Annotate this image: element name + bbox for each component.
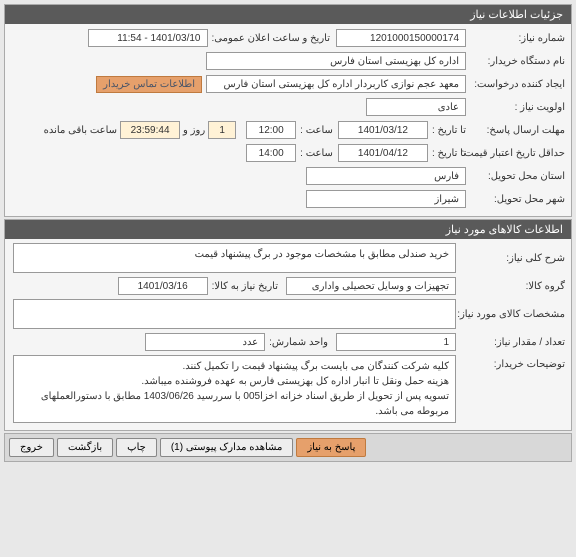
goods-info-panel: اطلاعات کالاهای مورد نیاز شرح کلی نیاز: …: [4, 219, 572, 431]
deadline-time-label: ساعت :: [300, 125, 333, 136]
qty-label: تعداد / مقدار نیاز:: [460, 337, 565, 348]
validity-time-value: 14:00: [246, 144, 296, 162]
deadline-to-date-label: تا تاریخ :: [432, 125, 466, 136]
desc-value: خرید صندلی مطابق با مشخصات موجود در برگ …: [13, 243, 456, 273]
qty-value: 1: [336, 333, 456, 351]
validity-date-value: 1401/04/12: [338, 144, 428, 162]
remain-days-label: روز و: [183, 125, 205, 136]
notes-label: توضیحات خریدار:: [460, 355, 565, 370]
spec-value: [13, 299, 456, 329]
need-details-header: جزئیات اطلاعات نیاز: [5, 5, 571, 24]
need-date-value: 1401/03/16: [118, 277, 208, 295]
need-details-body: شماره نیاز: 1201000150000174 تاریخ و ساع…: [5, 24, 571, 216]
print-button[interactable]: چاپ: [116, 438, 157, 457]
spec-label: مشخصات کالای مورد نیاز:: [460, 309, 565, 320]
desc-label: شرح کلی نیاز:: [460, 253, 565, 264]
deadline-time-value: 12:00: [246, 121, 296, 139]
priority-value: عادی: [366, 98, 466, 116]
back-button[interactable]: بازگشت: [57, 438, 113, 457]
unit-value: عدد: [145, 333, 265, 351]
validity-label: حداقل تاریخ اعتبار قیمت:: [470, 148, 565, 159]
need-details-panel: جزئیات اطلاعات نیاز شماره نیاز: 12010001…: [4, 4, 572, 217]
province-value: فارس: [306, 167, 466, 185]
need-number-value: 1201000150000174: [336, 29, 466, 47]
province-label: استان محل تحویل:: [470, 171, 565, 182]
notes-value: کلیه شرکت کنندگان می بایست برگ پیشنهاد ق…: [13, 355, 456, 423]
footer-toolbar: پاسخ به نیاز مشاهده مدارک پیوستی (1) چاپ…: [4, 433, 572, 462]
city-label: شهر محل تحویل:: [470, 194, 565, 205]
buyer-label: نام دستگاه خریدار:: [470, 56, 565, 67]
contact-buyer-button[interactable]: اطلاعات تماس خریدار: [96, 76, 202, 93]
goods-info-body: شرح کلی نیاز: خرید صندلی مطابق با مشخصات…: [5, 239, 571, 430]
deadline-send-label: مهلت ارسال پاسخ:: [470, 125, 565, 136]
attachments-button[interactable]: مشاهده مدارک پیوستی (1): [160, 438, 294, 457]
announce-value: 1401/03/10 - 11:54: [88, 29, 208, 47]
announce-label: تاریخ و ساعت اعلان عمومی:: [212, 33, 331, 44]
exit-button[interactable]: خروج: [9, 438, 54, 457]
remain-time-label: ساعت باقی مانده: [44, 125, 117, 136]
unit-label: واحد شمارش:: [269, 337, 328, 348]
need-date-label: تاریخ نیاز به کالا:: [212, 281, 278, 292]
group-value: تجهیزات و وسایل تحصیلی واداری: [286, 277, 456, 295]
validity-time-label: ساعت :: [300, 148, 333, 159]
requester-value: معهد عجم نوازی کاربردار اداره کل بهزیستی…: [206, 75, 466, 93]
remain-days-value: 1: [208, 121, 236, 139]
requester-label: ایجاد کننده درخواست:: [470, 79, 565, 90]
validity-to-date-label: تا تاریخ :: [432, 148, 466, 159]
remain-time-value: 23:59:44: [120, 121, 180, 139]
deadline-date-value: 1401/03/12: [338, 121, 428, 139]
respond-button[interactable]: پاسخ به نیاز: [296, 438, 366, 457]
need-number-label: شماره نیاز:: [470, 33, 565, 44]
group-label: گروه کالا:: [460, 281, 565, 292]
priority-label: اولویت نیاز :: [470, 102, 565, 113]
goods-info-header: اطلاعات کالاهای مورد نیاز: [5, 220, 571, 239]
buyer-value: اداره کل بهزیستی استان فارس: [206, 52, 466, 70]
city-value: شیراز: [306, 190, 466, 208]
